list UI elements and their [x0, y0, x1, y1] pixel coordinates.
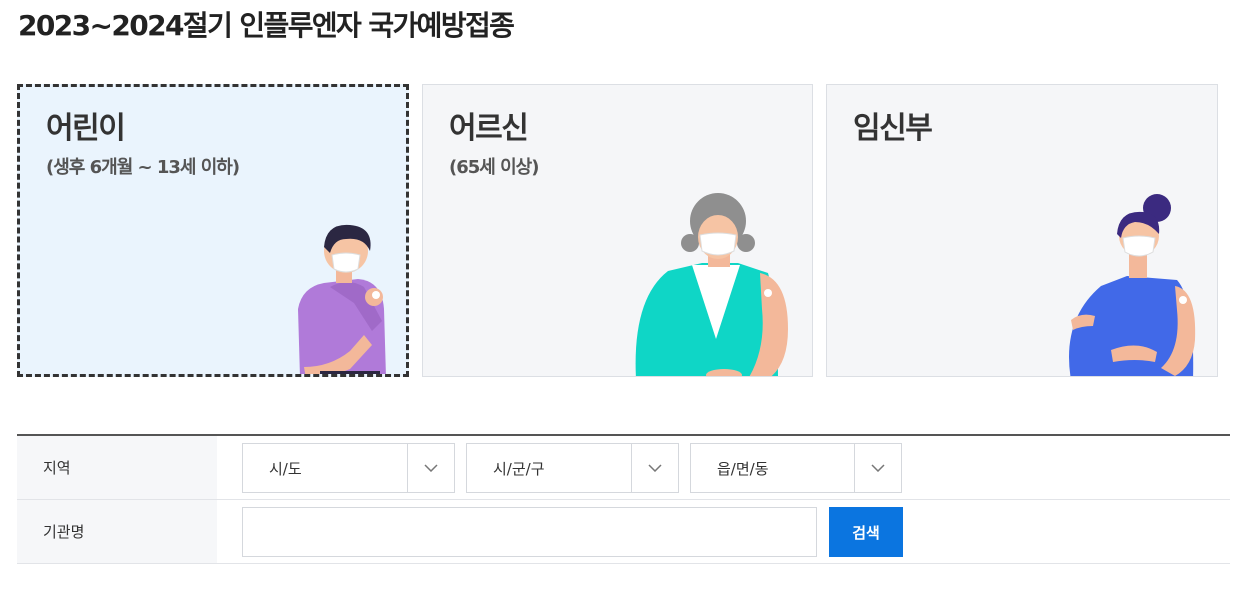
organization-name-input[interactable] [242, 507, 817, 557]
sido-select[interactable]: 시/도 [242, 443, 455, 493]
elderly-vaccination-illustration [635, 193, 788, 376]
page-title: 2023~2024절기 인플루엔자 국가예방접종 [18, 9, 515, 42]
search-form: 지역 시/도 시/군/구 읍/면/동 기관명 검색 [17, 434, 1230, 564]
organization-row: 기관명 검색 [17, 500, 1230, 564]
target-card-child[interactable]: 어린이 (생후 6개월 ~ 13세 이하) [17, 84, 409, 377]
organization-label: 기관명 [17, 500, 217, 563]
card-title: 어린이 [46, 111, 126, 146]
card-subtitle: (생후 6개월 ~ 13세 이하) [46, 157, 240, 178]
sido-select-value: 시/도 [269, 460, 302, 478]
sigungu-select-value: 시/군/구 [493, 460, 545, 478]
card-title: 임신부 [853, 111, 933, 146]
pregnant-vaccination-illustration [1069, 194, 1196, 376]
chevron-down-icon[interactable] [631, 444, 678, 492]
sigungu-select[interactable]: 시/군/구 [466, 443, 679, 493]
card-subtitle: (65세 이상) [449, 157, 539, 178]
child-vaccination-illustration [298, 224, 386, 374]
target-card-elderly[interactable]: 어르신 (65세 이상) [422, 84, 813, 377]
eupmyeondong-select[interactable]: 읍/면/동 [690, 443, 902, 493]
card-title: 어르신 [449, 111, 529, 146]
chevron-down-icon[interactable] [407, 444, 454, 492]
region-label: 지역 [17, 436, 217, 499]
region-row: 지역 시/도 시/군/구 읍/면/동 [17, 436, 1230, 500]
eupmyeondong-select-value: 읍/면/동 [717, 460, 769, 478]
search-button[interactable]: 검색 [829, 507, 903, 557]
chevron-down-icon[interactable] [854, 444, 901, 492]
target-card-pregnant[interactable]: 임신부 [826, 84, 1218, 377]
